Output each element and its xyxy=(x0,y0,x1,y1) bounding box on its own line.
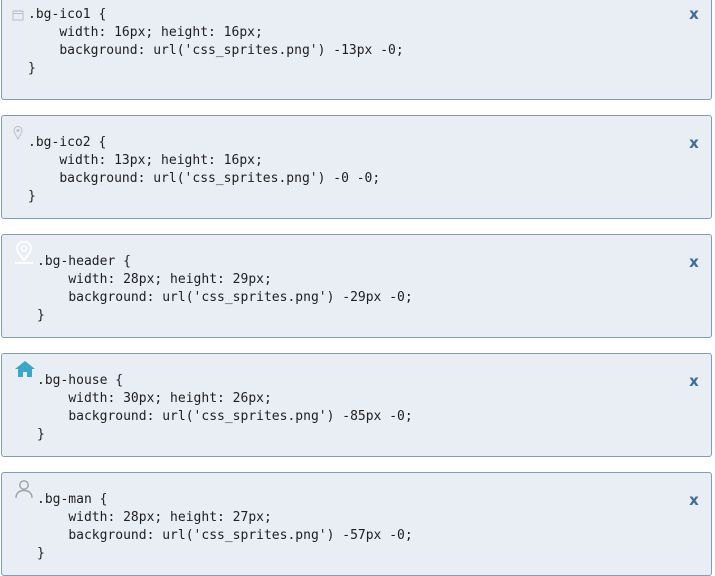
background-line: background: url('css_sprites.png') -57px… xyxy=(68,528,413,543)
size-line: width: 28px; height: 29px; xyxy=(68,272,272,287)
close-button[interactable]: x xyxy=(687,255,701,270)
close-button[interactable]: x xyxy=(687,7,701,22)
background-line: background: url('css_sprites.png') -29px… xyxy=(68,290,413,305)
css-code-block: .bg-man { width: 28px; height: 27px; bac… xyxy=(37,491,413,563)
person-icon xyxy=(15,480,33,499)
css-rule-card-bg-header: .bg-header { width: 28px; height: 29px; … xyxy=(1,234,712,338)
close-button[interactable]: x xyxy=(687,136,701,151)
selector-line: .bg-man { xyxy=(37,492,108,507)
css-rule-card-bg-ico1: .bg-ico1 { width: 16px; height: 16px; ba… xyxy=(1,0,712,100)
house-icon xyxy=(15,361,35,377)
css-code-block: .bg-ico2 { width: 13px; height: 16px; ba… xyxy=(28,134,380,206)
closing-brace: } xyxy=(37,308,45,323)
size-line: width: 30px; height: 26px; xyxy=(68,391,272,406)
css-code-block: .bg-header { width: 28px; height: 29px; … xyxy=(37,253,413,325)
closing-brace: } xyxy=(37,546,45,561)
closing-brace: } xyxy=(28,189,36,204)
size-line: width: 16px; height: 16px; xyxy=(59,25,263,40)
selector-line: .bg-ico2 { xyxy=(28,135,107,150)
css-code-block: .bg-ico1 { width: 16px; height: 16px; ba… xyxy=(28,6,404,78)
selector-line: .bg-house { xyxy=(37,373,124,388)
css-rule-card-bg-ico2: .bg-ico2 { width: 13px; height: 16px; ba… xyxy=(1,115,712,219)
css-code-block: .bg-house { width: 30px; height: 26px; b… xyxy=(37,372,413,444)
location-pin-icon xyxy=(13,126,23,140)
close-button[interactable]: x xyxy=(687,493,701,508)
size-line: width: 28px; height: 27px; xyxy=(68,510,272,525)
background-line: background: url('css_sprites.png') -85px… xyxy=(68,409,413,424)
selector-line: .bg-header { xyxy=(37,254,131,269)
map-marker-icon xyxy=(15,241,33,264)
size-line: width: 13px; height: 16px; xyxy=(59,153,263,168)
background-line: background: url('css_sprites.png') -0 -0… xyxy=(59,171,381,186)
css-rule-card-bg-house: .bg-house { width: 30px; height: 26px; b… xyxy=(1,353,712,457)
selector-line: .bg-ico1 { xyxy=(28,7,107,22)
css-rule-card-bg-man: .bg-man { width: 28px; height: 27px; bac… xyxy=(1,472,712,576)
calendar-icon xyxy=(12,10,24,21)
closing-brace: } xyxy=(37,427,45,442)
close-button[interactable]: x xyxy=(687,374,701,389)
background-line: background: url('css_sprites.png') -13px… xyxy=(59,43,404,58)
closing-brace: } xyxy=(28,61,36,76)
